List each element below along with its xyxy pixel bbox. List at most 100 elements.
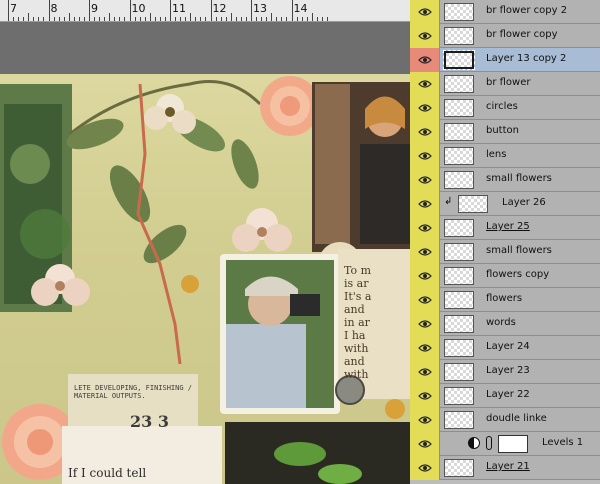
ruler-minor-tick (190, 13, 192, 21)
layer-row[interactable]: Layer 23 (410, 360, 600, 384)
layer-row[interactable]: Layer 25 (410, 216, 600, 240)
layer-row[interactable]: Layer 13 copy 2 (410, 48, 600, 72)
visibility-eye-icon[interactable] (410, 432, 440, 456)
journal-line: To m (344, 264, 372, 277)
ruler-minor-tick (175, 17, 177, 21)
layer-thumbnail[interactable] (444, 459, 474, 477)
layer-name[interactable]: Layer 21 (486, 461, 530, 472)
layer-row[interactable]: flowers (410, 288, 600, 312)
layer-row[interactable]: flowers copy (410, 264, 600, 288)
visibility-eye-icon[interactable] (410, 0, 440, 24)
layer-thumbnail[interactable] (444, 147, 474, 165)
layer-row[interactable]: button (410, 120, 600, 144)
journal-line: is ar (344, 277, 369, 290)
layer-row[interactable]: ↲ Layer 26 (410, 192, 600, 216)
layer-row[interactable]: doudle linke (410, 408, 600, 432)
layer-mask-thumbnail[interactable] (498, 435, 528, 453)
ruler-minor-tick (124, 17, 126, 21)
layer-row[interactable]: br flower copy 2 (410, 0, 600, 24)
visibility-eye-icon[interactable] (410, 288, 440, 312)
layer-thumbnail[interactable] (458, 195, 488, 213)
layer-thumbnail[interactable] (444, 363, 474, 381)
layer-name[interactable]: Layer 22 (486, 389, 530, 400)
layer-name[interactable]: Layer 13 copy 2 (486, 53, 566, 64)
visibility-eye-icon[interactable] (410, 312, 440, 336)
layer-name[interactable]: doudle linke (486, 413, 547, 424)
layer-name[interactable]: small flowers (486, 245, 552, 256)
layer-row[interactable]: small flowers (410, 240, 600, 264)
document-canvas[interactable]: To m is ar It's a and in ar I ha with an… (0, 22, 410, 484)
layer-row[interactable]: Layer 24 (410, 336, 600, 360)
visibility-eye-icon[interactable] (410, 168, 440, 192)
visibility-eye-icon[interactable] (410, 216, 440, 240)
layer-row[interactable]: words (410, 312, 600, 336)
visibility-eye-icon[interactable] (410, 192, 440, 216)
ruler-minor-tick (58, 17, 60, 21)
layer-name[interactable]: flowers copy (486, 269, 549, 280)
layer-thumbnail[interactable] (444, 171, 474, 189)
visibility-eye-icon[interactable] (410, 384, 440, 408)
visibility-eye-icon[interactable] (410, 456, 440, 480)
visibility-eye-icon[interactable] (410, 360, 440, 384)
layer-name[interactable]: Layer 24 (486, 341, 530, 352)
layer-name[interactable]: Layer 23 (486, 365, 530, 376)
ruler-minor-tick (326, 17, 328, 21)
layer-thumbnail[interactable] (444, 75, 474, 93)
layer-thumbnail[interactable] (444, 219, 474, 237)
ruler-minor-tick (306, 17, 308, 21)
visibility-eye-icon[interactable] (410, 408, 440, 432)
visibility-eye-icon[interactable] (410, 264, 440, 288)
journal-line: It's a (344, 290, 372, 303)
layer-thumbnail[interactable] (444, 243, 474, 261)
visibility-eye-icon[interactable] (410, 72, 440, 96)
layer-name[interactable]: br flower (486, 77, 531, 88)
visibility-eye-icon[interactable] (410, 24, 440, 48)
layer-name[interactable]: Levels 1 (542, 437, 583, 448)
layer-row[interactable]: Layer 22 (410, 384, 600, 408)
cream-flower-top (144, 94, 196, 134)
ruler-minor-tick (83, 17, 85, 21)
layer-row[interactable]: circles (410, 96, 600, 120)
layer-thumbnail[interactable] (444, 267, 474, 285)
layer-name[interactable]: br flower copy 2 (486, 5, 567, 16)
layer-name[interactable]: br flower copy (486, 29, 558, 40)
layer-name[interactable]: lens (486, 149, 506, 160)
ruler-major-tick (251, 0, 252, 21)
layer-row[interactable]: small flowers (410, 168, 600, 192)
visibility-eye-icon[interactable] (410, 336, 440, 360)
layer-thumbnail[interactable] (444, 27, 474, 45)
layer-name[interactable]: words (486, 317, 516, 328)
layer-thumbnail[interactable] (444, 315, 474, 333)
ruler-minor-tick (23, 17, 25, 21)
layer-thumbnail[interactable] (444, 291, 474, 309)
layer-thumbnail[interactable] (444, 411, 474, 429)
layer-name[interactable]: circles (486, 101, 518, 112)
layer-row[interactable]: lens (410, 144, 600, 168)
scrapbook-layout[interactable]: To m is ar It's a and in ar I ha with an… (0, 74, 410, 484)
layer-name[interactable]: Layer 25 (486, 221, 530, 232)
layers-panel: br flower copy 2 br flower copy Layer 13 c… (410, 0, 600, 484)
layer-row[interactable]: br flower (410, 72, 600, 96)
layer-thumbnail[interactable] (444, 387, 474, 405)
ruler-minor-tick (73, 17, 75, 21)
layer-row[interactable]: Levels 1 (410, 432, 600, 456)
layer-name[interactable]: flowers (486, 293, 522, 304)
layer-row[interactable]: Layer 21 (410, 456, 600, 480)
visibility-eye-icon[interactable] (410, 144, 440, 168)
ruler-minor-tick (18, 17, 20, 21)
horizontal-ruler[interactable]: 7 8 9 10 11 12 13 14 (0, 0, 410, 22)
layer-name[interactable]: Layer 26 (502, 197, 546, 208)
layer-thumbnail[interactable] (444, 123, 474, 141)
layer-name[interactable]: button (486, 125, 519, 136)
visibility-eye-icon[interactable] (410, 240, 440, 264)
visibility-eye-icon[interactable] (410, 96, 440, 120)
visibility-eye-icon[interactable] (410, 48, 440, 72)
layer-thumbnail[interactable] (444, 3, 474, 21)
layer-name[interactable]: small flowers (486, 173, 552, 184)
visibility-eye-icon[interactable] (410, 120, 440, 144)
layer-thumbnail[interactable] (444, 99, 474, 117)
layer-row[interactable]: br flower copy (410, 24, 600, 48)
layer-thumbnail[interactable] (444, 339, 474, 357)
link-icon[interactable] (486, 436, 492, 450)
layer-thumbnail[interactable] (443, 50, 475, 70)
